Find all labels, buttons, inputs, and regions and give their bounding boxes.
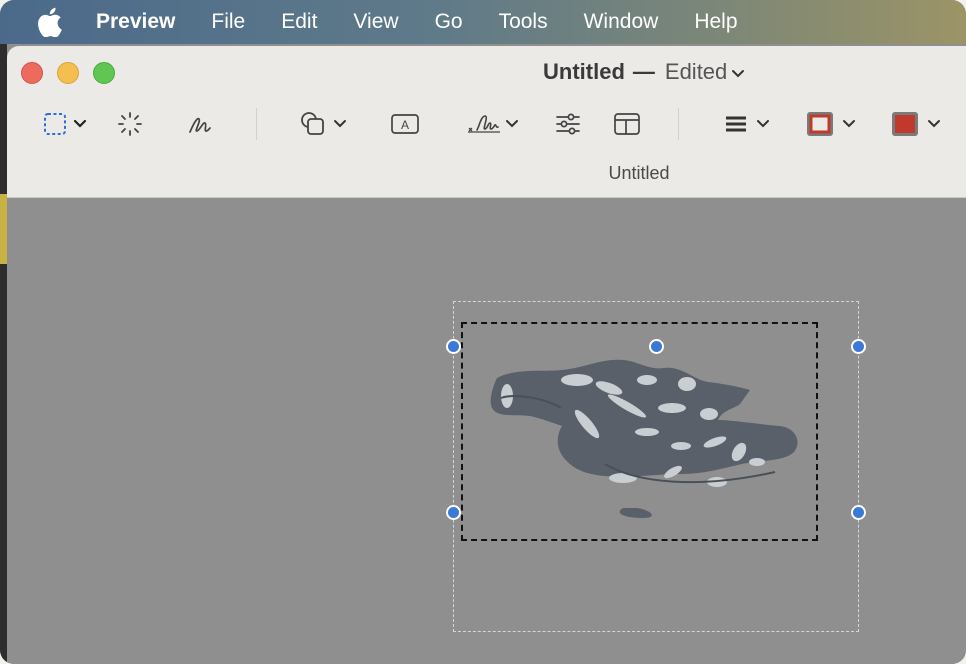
chevron-down-icon [73,119,87,129]
line-weight-icon [724,112,748,136]
title-bar: Untitled — Edited A Untitled [7,46,966,198]
chevron-down-icon [731,59,745,85]
shapes-icon [299,110,327,138]
menu-help[interactable]: Help [676,0,755,44]
shapes-button[interactable] [299,104,347,144]
menu-bar: Preview File Edit View Go Tools Window H… [0,0,966,44]
border-color-swatch-icon [806,111,834,137]
menu-edit[interactable]: Edit [263,0,335,44]
signature-squiggle-icon [187,111,213,137]
desktop-edge [0,44,7,664]
preview-window: Untitled — Edited A Untitled [7,46,966,664]
menu-go[interactable]: Go [417,0,481,44]
menu-app-preview[interactable]: Preview [96,0,193,44]
border-color-button[interactable] [806,104,856,144]
signature-icon [465,110,503,138]
chevron-down-icon [505,119,519,129]
resize-icon [613,111,641,137]
document-title[interactable]: Untitled — Edited [543,59,745,85]
apple-icon[interactable] [36,7,62,37]
shape-style-button[interactable] [724,104,770,144]
window-controls [21,62,115,84]
zoom-button[interactable] [93,62,115,84]
document-status: Edited [664,59,728,84]
sliders-icon [555,111,581,137]
adjust-size-button[interactable] [613,104,641,144]
document-canvas[interactable] [7,198,966,664]
resize-handle-right[interactable] [851,505,866,520]
fill-color-button[interactable] [891,104,941,144]
desktop-highlight [0,194,7,264]
svg-text:A: A [401,118,409,132]
menu-tools[interactable]: Tools [481,0,566,44]
menu-file[interactable]: File [193,0,263,44]
resize-handle-top-right[interactable] [851,339,866,354]
instant-alpha-button[interactable] [117,104,143,144]
chevron-down-icon [842,119,856,129]
resize-handle-top[interactable] [649,339,664,354]
screen: Preview File Edit View Go Tools Window H… [0,0,966,664]
chevron-down-icon [333,119,347,129]
title-separator: — [632,59,655,84]
toolbar-divider [256,108,257,140]
resize-handle-top-left[interactable] [446,339,461,354]
fill-color-swatch-icon [891,111,919,137]
menu-view[interactable]: View [335,0,416,44]
sign-button[interactable] [465,104,519,144]
chevron-down-icon [756,119,770,129]
adjust-color-button[interactable] [555,104,581,144]
page-title-label: Untitled [608,163,670,183]
sketch-button[interactable] [187,104,213,144]
text-button[interactable]: A [390,104,420,144]
pasted-image[interactable] [477,358,817,533]
close-button[interactable] [21,62,43,84]
toolbar-divider [678,108,679,140]
minimize-button[interactable] [57,62,79,84]
text-box-icon: A [390,112,420,136]
selection-tool-button[interactable] [43,104,87,144]
magic-wand-icon [117,111,143,137]
menu-window[interactable]: Window [566,0,677,44]
rectangular-selection-icon [43,112,67,136]
chevron-down-icon [927,119,941,129]
document-name: Untitled [543,59,625,84]
resize-handle-left[interactable] [446,505,461,520]
